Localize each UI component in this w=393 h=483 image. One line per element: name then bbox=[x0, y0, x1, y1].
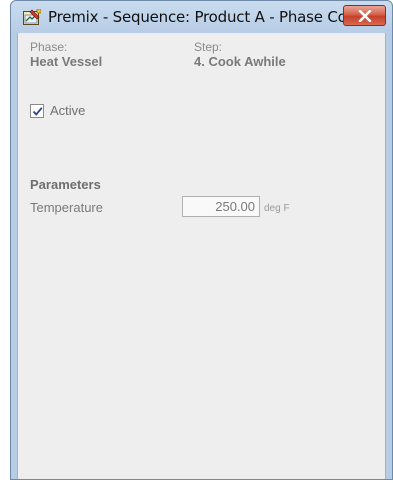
dialog-window: Premix - Sequence: Product A - Phase Co.… bbox=[10, 0, 393, 480]
temperature-label: Temperature bbox=[30, 200, 103, 215]
active-label[interactable]: Active bbox=[50, 103, 85, 118]
phase-label: Phase: bbox=[30, 40, 68, 54]
step-label: Step: bbox=[194, 40, 223, 54]
close-icon bbox=[358, 10, 372, 22]
temperature-unit: deg F bbox=[264, 203, 290, 214]
checkmark-icon bbox=[32, 107, 43, 116]
parameters-heading: Parameters bbox=[30, 177, 101, 192]
premix-app-icon bbox=[23, 8, 42, 26]
temperature-input[interactable]: 250.00 bbox=[182, 196, 260, 217]
window-title: Premix - Sequence: Product A - Phase Co.… bbox=[48, 8, 361, 26]
dialog-content: Phase: Heat Vessel Step: 4. Cook Awhile … bbox=[17, 33, 386, 479]
title-bar[interactable]: Premix - Sequence: Product A - Phase Co.… bbox=[11, 1, 392, 33]
phase-value: Heat Vessel bbox=[30, 54, 103, 69]
active-checkbox[interactable] bbox=[30, 104, 44, 118]
step-value: 4. Cook Awhile bbox=[194, 54, 286, 69]
close-button[interactable] bbox=[343, 5, 386, 26]
